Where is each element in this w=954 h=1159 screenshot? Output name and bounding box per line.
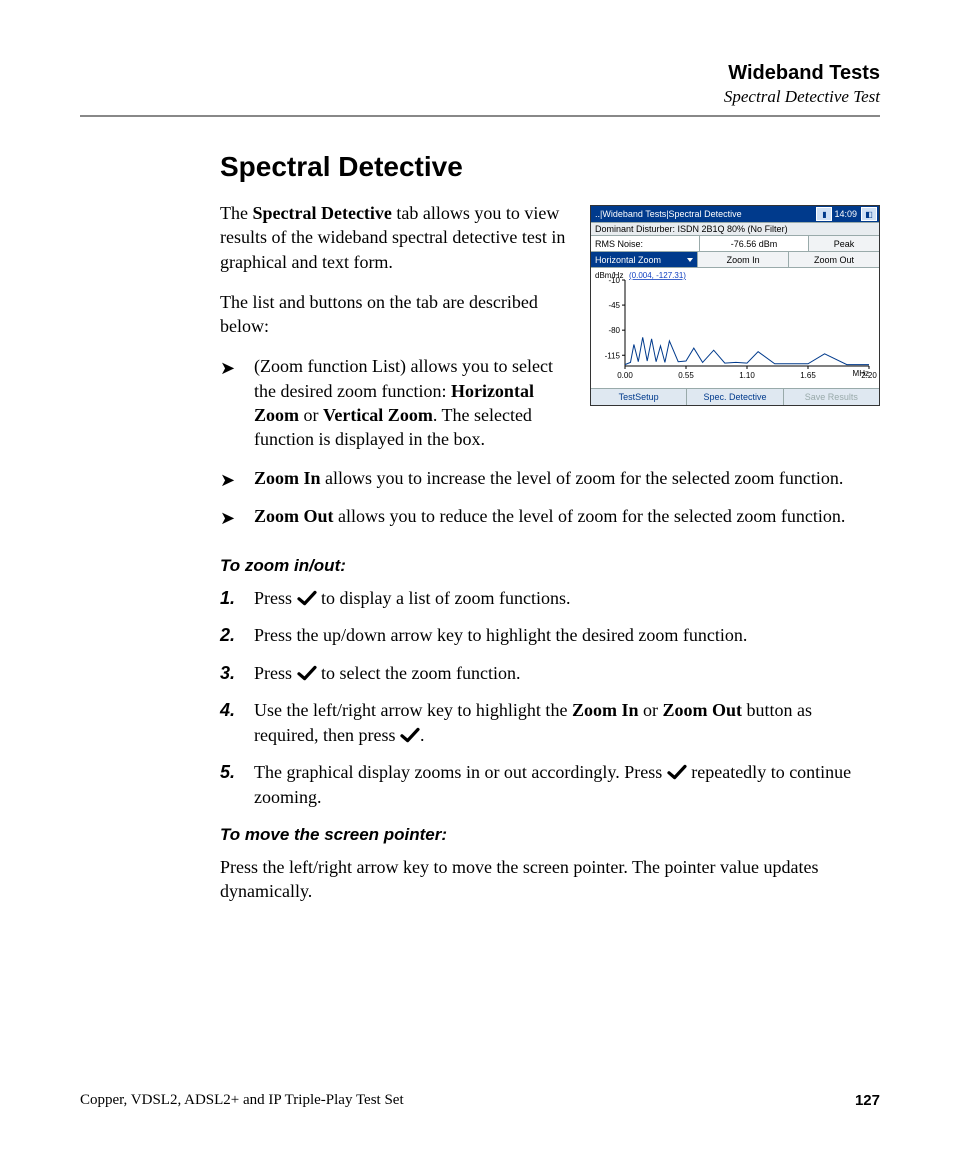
status-icon: ◧ — [861, 207, 877, 221]
checkmark-icon — [400, 727, 420, 743]
chart-cursor-readout: (0.004, -127.31) — [629, 271, 686, 280]
document-page: Wideband Tests Spectral Detective Test S… — [0, 0, 954, 1159]
zoom-function-selected-label: Horizontal Zoom — [595, 255, 661, 265]
rms-noise-value: -76.56 dBm — [700, 236, 809, 251]
text-fragment: to select the zoom function. — [317, 663, 521, 683]
text-fragment: allows you to increase the level of zoom… — [321, 468, 844, 488]
text-bold: Zoom Out — [254, 506, 334, 526]
text-fragment: The — [220, 203, 252, 223]
text-fragment: The graphical display zooms in or out ac… — [254, 762, 667, 782]
text-fragment: to display a list of zoom functions. — [317, 588, 571, 608]
step-item: Use the left/right arrow key to highligh… — [220, 698, 880, 748]
procedure-heading-zoom: To zoom in/out: — [220, 556, 880, 576]
text-fragment: . — [420, 725, 425, 745]
list-item: Zoom Out allows you to reduce the level … — [220, 504, 880, 528]
footer-left-text: Copper, VDSL2, ADSL2+ and IP Triple-Play… — [80, 1092, 404, 1109]
zoom-function-select[interactable]: Horizontal Zoom — [591, 252, 698, 267]
section-heading: Spectral Detective — [220, 151, 880, 183]
step-item: Press to select the zoom function. — [220, 661, 880, 686]
feature-list: (Zoom function List) allows you to selec… — [220, 354, 880, 528]
header-rule — [80, 115, 880, 117]
running-head-title: Wideband Tests — [80, 62, 880, 85]
step-item: Press the up/down arrow key to highlight… — [220, 623, 880, 648]
battery-icon: ▮ — [816, 207, 832, 221]
running-head: Wideband Tests Spectral Detective Test — [80, 62, 880, 107]
svg-text:-80: -80 — [608, 326, 620, 335]
device-clock: 14:09 — [832, 209, 859, 219]
zoom-out-button[interactable]: Zoom Out — [789, 252, 879, 267]
y-axis-ticks: -10-45-80-115 — [605, 276, 625, 360]
rms-row: RMS Noise: -76.56 dBm Peak — [591, 235, 879, 251]
checkmark-icon — [297, 590, 317, 606]
svg-text:-45: -45 — [608, 301, 620, 310]
rms-noise-label: RMS Noise: — [591, 236, 700, 251]
zoom-in-button[interactable]: Zoom In — [698, 252, 789, 267]
text-fragment: Press — [254, 588, 297, 608]
procedure-steps-zoom: Press to display a list of zoom function… — [220, 586, 880, 810]
svg-text:-10: -10 — [608, 276, 620, 285]
peak-button[interactable]: Peak — [809, 236, 879, 251]
dominant-disturber-line: Dominant Disturber: ISDN 2B1Q 80% (No Fi… — [591, 222, 879, 235]
device-breadcrumb: ..|Wideband Tests|Spectral Detective — [593, 209, 814, 219]
text-bold: Zoom In — [572, 700, 639, 720]
page-number: 127 — [855, 1092, 880, 1109]
text-bold: Spectral Detective — [252, 203, 391, 223]
chevron-down-icon — [687, 258, 693, 262]
zoom-controls-row: Horizontal Zoom Zoom In Zoom Out — [591, 251, 879, 267]
text-bold: Vertical Zoom — [323, 405, 433, 425]
step-item: The graphical display zooms in or out ac… — [220, 760, 880, 810]
procedure-pointer-body: Press the left/right arrow key to move t… — [220, 855, 880, 904]
procedure-heading-pointer: To move the screen pointer: — [220, 825, 880, 845]
text-fragment: allows you to reduce the level of zoom f… — [334, 506, 846, 526]
text-fragment: Press — [254, 663, 297, 683]
intro-block: ..|Wideband Tests|Spectral Detective ▮ 1… — [220, 201, 880, 542]
text-fragment: Use the left/right arrow key to highligh… — [254, 700, 572, 720]
step-item: Press to display a list of zoom function… — [220, 586, 880, 611]
text-bold: Zoom In — [254, 468, 321, 488]
checkmark-icon — [297, 665, 317, 681]
checkmark-icon — [667, 764, 687, 780]
list-item: Zoom In allows you to increase the level… — [220, 466, 880, 490]
text-fragment: or — [638, 700, 662, 720]
page-footer: Copper, VDSL2, ADSL2+ and IP Triple-Play… — [80, 1092, 880, 1109]
running-head-subtitle: Spectral Detective Test — [80, 87, 880, 107]
text-bold: Zoom Out — [662, 700, 742, 720]
device-titlebar: ..|Wideband Tests|Spectral Detective ▮ 1… — [591, 206, 879, 222]
text-fragment: or — [299, 405, 323, 425]
list-item: (Zoom function List) allows you to selec… — [220, 354, 880, 451]
body-column: Spectral Detective ..|Wideband Tests|Spe… — [220, 151, 880, 903]
